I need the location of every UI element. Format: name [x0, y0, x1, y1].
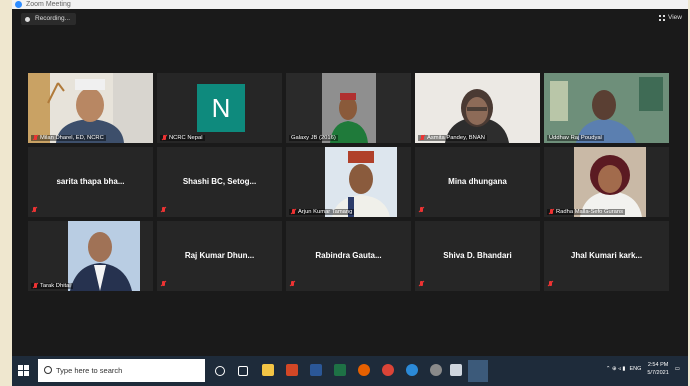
zoom-meeting-window: Zoom Meeting Recording... View Milan Dha… — [12, 0, 688, 386]
file-explorer-icon[interactable] — [262, 364, 274, 376]
participant-name: Uddhav Raj Poudyal — [547, 135, 604, 141]
participant-name: Asmita Pandey, BNAN — [418, 135, 487, 141]
mic-muted-icon — [291, 209, 296, 215]
notifications-icon[interactable]: ▭ — [675, 366, 680, 372]
participant-tile[interactable]: Galaxy JB (2016) — [286, 73, 411, 143]
participant-video — [28, 221, 153, 291]
recording-label: Recording... — [35, 15, 71, 22]
settings-gear-icon[interactable] — [430, 364, 442, 376]
zoom-taskbar-icon[interactable] — [468, 360, 488, 382]
participant-video — [286, 73, 411, 143]
send-icon[interactable] — [450, 364, 462, 376]
mic-muted-icon — [161, 207, 166, 213]
title-bar: Zoom Meeting — [12, 0, 688, 9]
participant-name: Mina dhungana — [448, 177, 507, 186]
participant-tile-active-speaker[interactable]: Uddhav Raj Poudyal — [544, 73, 669, 143]
participant-tile[interactable]: Rabindra Gauta... — [286, 221, 411, 291]
powerpoint-icon[interactable] — [286, 364, 298, 376]
mic-muted-icon — [33, 283, 38, 289]
clock-time: 2:54 PM — [647, 362, 669, 368]
participant-tile[interactable]: Shiva D. Bhandari — [415, 221, 540, 291]
participant-name: Galaxy JB (2016) — [289, 135, 338, 141]
search-icon — [44, 366, 52, 374]
chrome-icon[interactable] — [382, 364, 394, 376]
participant-name: sarita thapa bha... — [56, 177, 125, 186]
participant-video — [286, 147, 411, 217]
participant-tile[interactable]: Milan Dharel, ED, NCRC — [28, 73, 153, 143]
clock[interactable]: 2:54 PM 5/7/2021 — [647, 361, 668, 377]
mic-muted-icon — [419, 207, 424, 213]
participant-video — [544, 147, 669, 217]
grid-view-icon — [659, 14, 666, 21]
recording-dot-icon — [25, 16, 30, 22]
edge-icon[interactable] — [406, 364, 418, 376]
mic-muted-icon — [161, 281, 166, 287]
windows-taskbar: Type here to search ⌃ ⊕ ◃ ▮ ENG 2:54 PM … — [12, 356, 688, 386]
taskbar-search-input[interactable]: Type here to search — [38, 359, 205, 382]
tray-icons[interactable]: ⌃ ⊕ ◃ ▮ — [606, 366, 626, 372]
participant-tile[interactable]: N NCRC Nepal — [157, 73, 282, 143]
language-indicator[interactable]: ENG — [629, 366, 641, 372]
participant-name: Arjun Kumar Tamang — [289, 209, 355, 215]
task-view-icon[interactable] — [238, 366, 248, 376]
participant-tile[interactable]: Radha Malla-Sefo Gurans — [544, 147, 669, 217]
participant-name: Jhal Kumari kark... — [570, 251, 643, 260]
mic-muted-icon — [290, 281, 295, 287]
window-title: Zoom Meeting — [26, 1, 71, 8]
participant-tile[interactable]: Arjun Kumar Tamang — [286, 147, 411, 217]
participant-avatar: N — [197, 84, 245, 132]
participant-video — [28, 73, 153, 143]
participant-tile[interactable]: Shashi BC, Setog... — [157, 147, 282, 217]
system-tray: ⌃ ⊕ ◃ ▮ ENG 2:54 PM 5/7/2021 ▭ — [606, 361, 680, 377]
participant-name: Rabindra Gauta... — [315, 251, 382, 260]
participant-name: Shiva D. Bhandari — [443, 251, 512, 260]
excel-icon[interactable] — [334, 364, 346, 376]
mic-muted-icon — [548, 281, 553, 287]
participant-name: NCRC Nepal — [160, 135, 205, 141]
participant-tile[interactable]: Raj Kumar Dhun... — [157, 221, 282, 291]
mic-muted-icon — [549, 209, 554, 215]
word-icon[interactable] — [310, 364, 322, 376]
windows-start-icon[interactable] — [18, 365, 29, 376]
participant-video — [415, 73, 540, 143]
participant-name: Raj Kumar Dhun... — [184, 251, 255, 260]
participant-tile[interactable]: sarita thapa bha... — [28, 147, 153, 217]
view-label: View — [668, 14, 682, 21]
mic-muted-icon — [162, 135, 167, 141]
participant-tile[interactable]: Mina dhungana — [415, 147, 540, 217]
participant-video — [544, 73, 669, 143]
view-button[interactable]: View — [659, 14, 682, 21]
mic-muted-icon — [419, 281, 424, 287]
participant-name: Tarak Dhital — [31, 283, 73, 289]
participant-name: Milan Dharel, ED, NCRC — [31, 135, 106, 141]
cortana-icon[interactable] — [215, 366, 225, 376]
mic-muted-icon — [33, 135, 38, 141]
firefox-icon[interactable] — [358, 364, 370, 376]
participant-tile[interactable]: Jhal Kumari kark... — [544, 221, 669, 291]
participant-name: Radha Malla-Sefo Gurans — [547, 209, 626, 215]
mic-muted-icon — [420, 135, 425, 141]
search-placeholder: Type here to search — [56, 366, 123, 375]
participant-name: Shashi BC, Setog... — [182, 177, 257, 186]
zoom-logo-icon — [15, 1, 22, 8]
mic-muted-icon — [32, 207, 37, 213]
recording-indicator[interactable]: Recording... — [21, 13, 77, 25]
clock-date: 5/7/2021 — [647, 370, 669, 376]
participant-tile[interactable]: Asmita Pandey, BNAN — [415, 73, 540, 143]
participant-tile[interactable]: Tarak Dhital — [28, 221, 153, 291]
